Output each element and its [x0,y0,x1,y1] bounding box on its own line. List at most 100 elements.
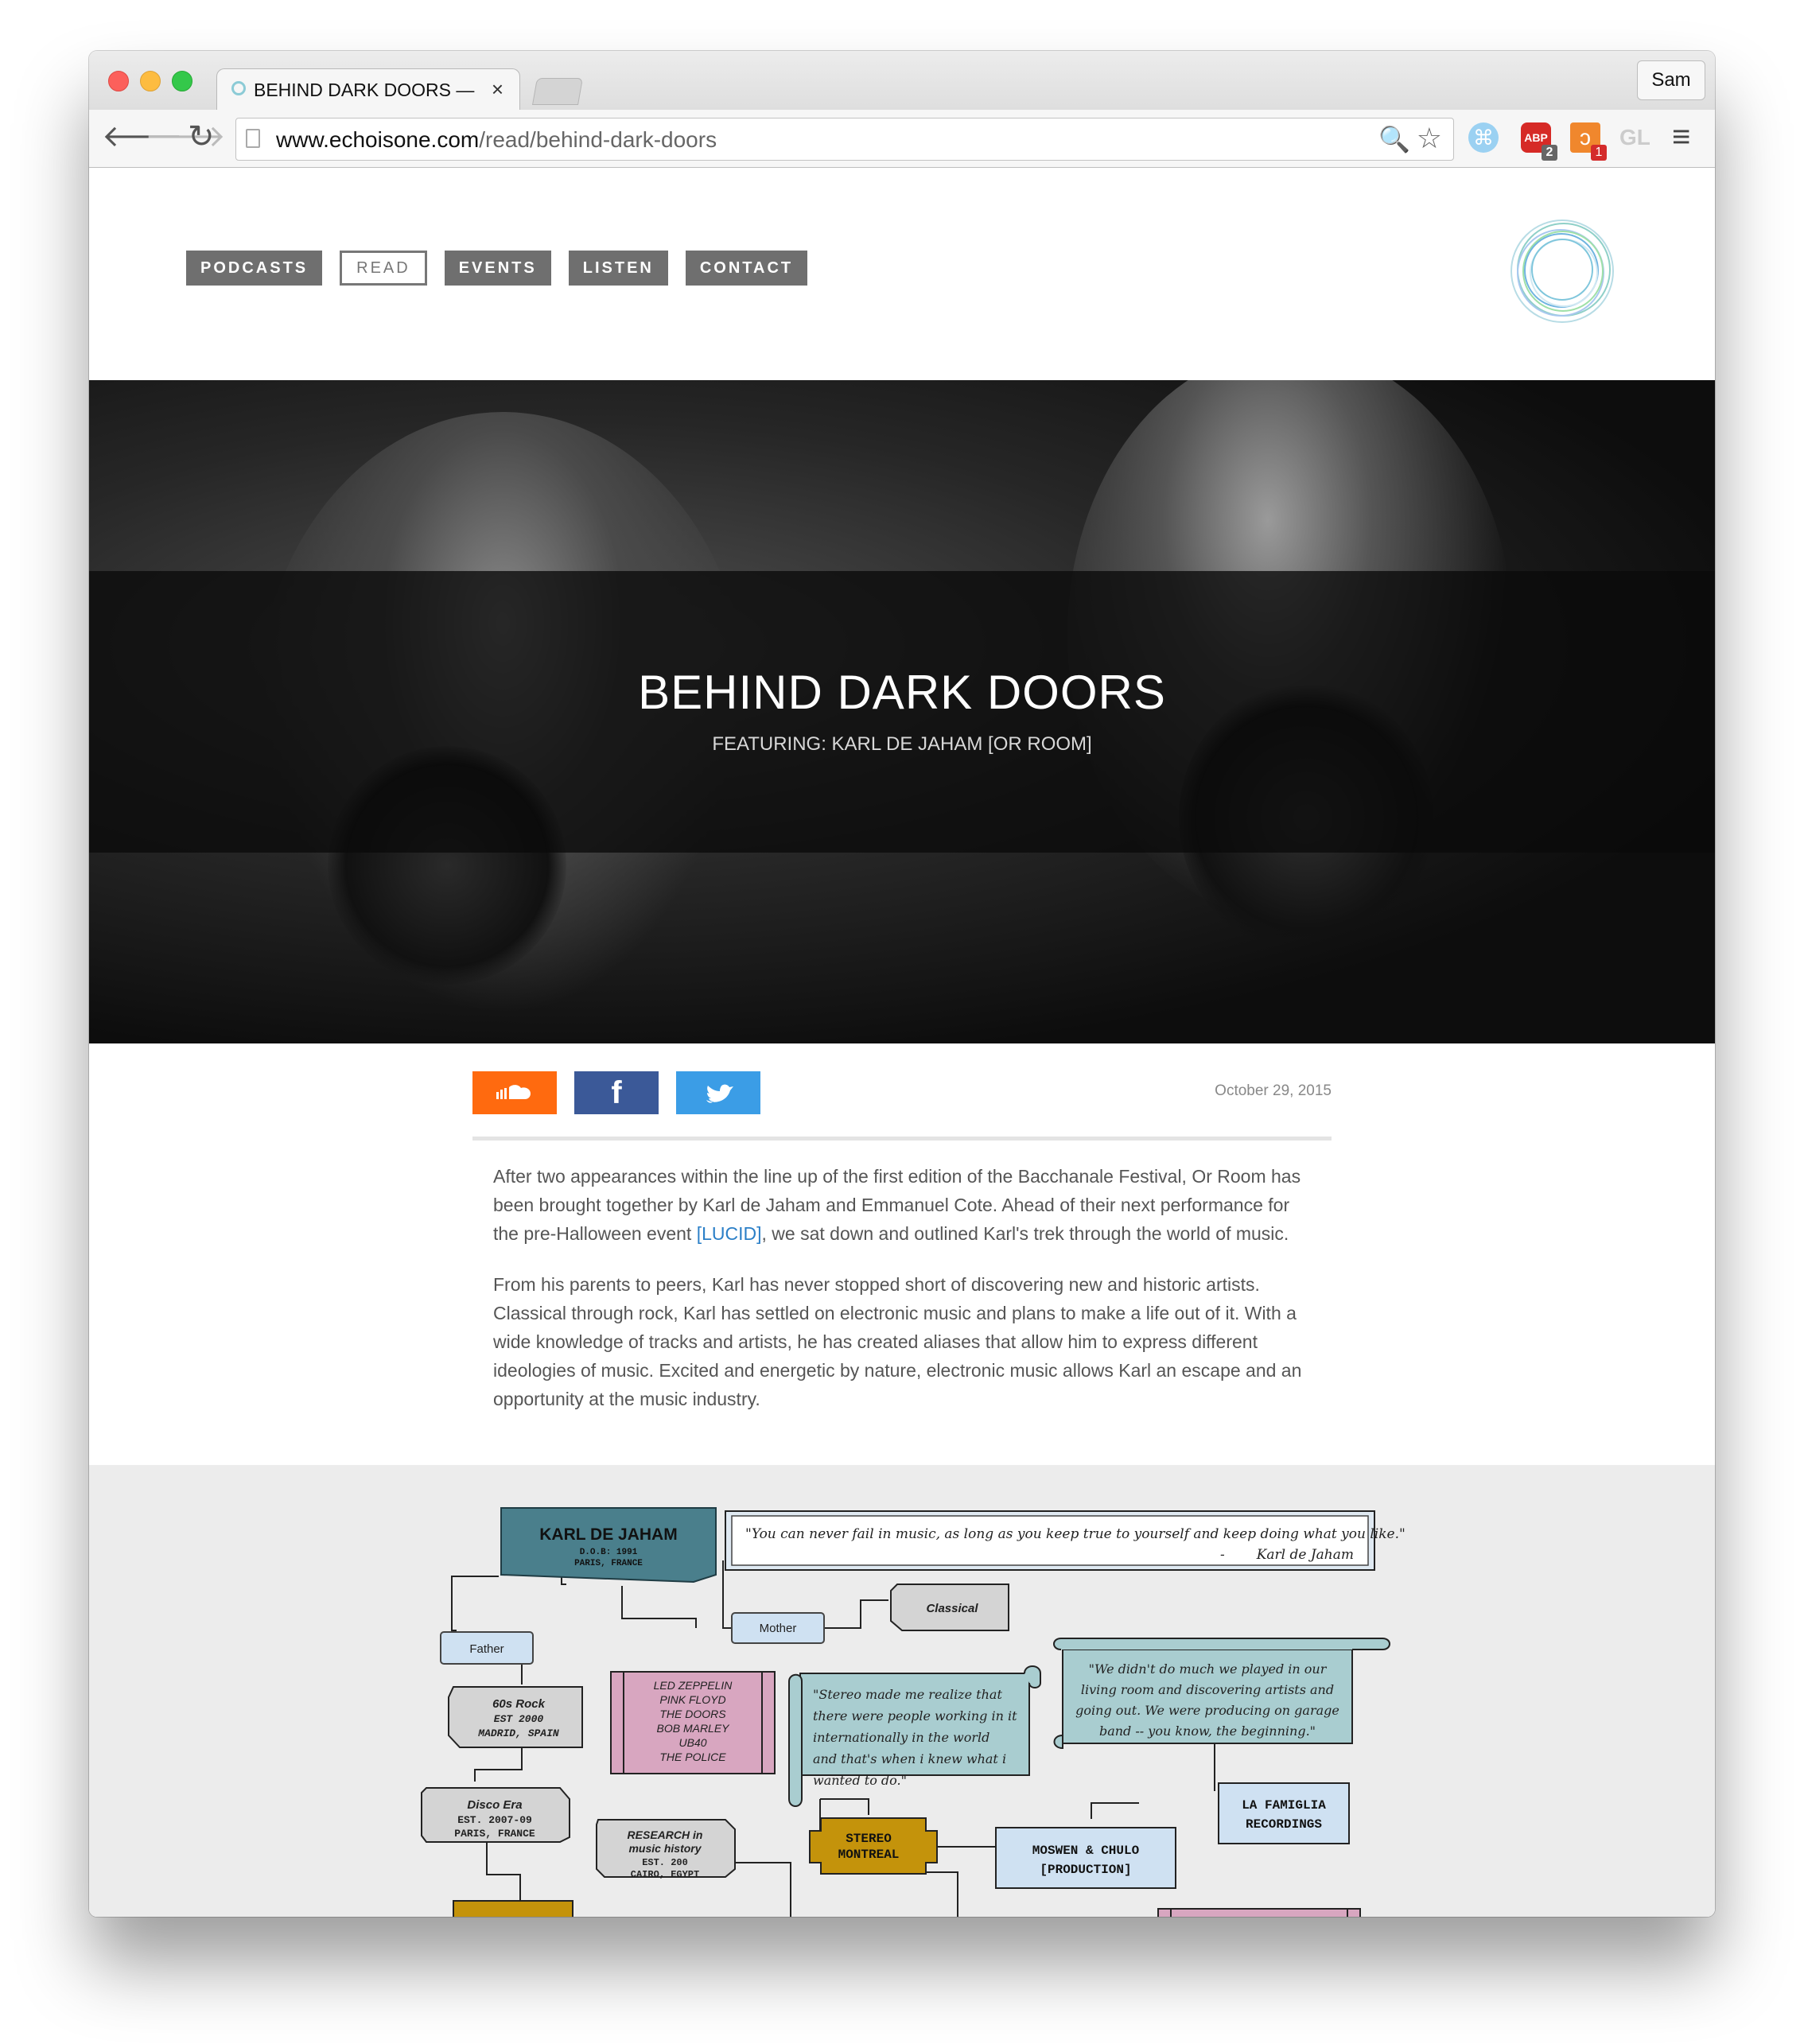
web-page: PODCASTS READ EVENTS LISTEN CONTACT BEHI… [89,168,1715,1917]
address-bar[interactable]: www.echoisone.com/read/behind-dark-doors… [235,118,1454,161]
father-node: Father [440,1631,534,1665]
band-1: LED ZEPPELIN [654,1679,733,1692]
article-paragraph-2: From his parents to peers, Karl has neve… [493,1274,1302,1409]
scroll1-line-3: internationally in the world [813,1730,989,1745]
band-6: THE POLICE [659,1751,726,1763]
scroll2-line-1: "We didn't do much we played in our [1089,1661,1328,1677]
scroll1-line-2: there were people working in it [813,1708,1017,1723]
rock-line-2: EST 2000 [494,1713,544,1725]
nav-podcasts[interactable]: PODCASTS [186,251,323,286]
scroll-quote-1: "Stereo made me realize that there were … [788,1665,1041,1807]
band-4: BOB MARLEY [656,1722,730,1735]
gl-extension-icon[interactable]: GL [1619,122,1650,153]
url-path: /read/behind-dark-doors [479,127,717,152]
quote-top-text: "You can never fail in music, as long as… [745,1526,1405,1542]
echo-logo-icon[interactable] [1507,216,1618,327]
page-title: BEHIND DARK DOORS [638,666,1166,719]
scroll1-line-1: "Stereo made me realize that [813,1687,1002,1702]
research-node: RESEARCH in music history EST. 200 CAIRO… [596,1819,736,1880]
hubspot-count-badge: 1 [1591,145,1607,161]
mother-node: Mother [731,1612,825,1644]
family-tree-diagram: KARL DE JAHAM D.O.B: 1991 PARIS, FRANCE … [89,1465,1715,1917]
rock-node: 60s Rock EST 2000 MADRID, SPAIN [448,1686,583,1748]
disco-node: Disco Era EST. 2007-09 PARIS, FRANCE [421,1787,570,1843]
post-date: October 29, 2015 [1215,1082,1332,1099]
scroll1-line-5: wanted to do." [813,1773,907,1788]
research-line-4: CAIRO, EGYPT [631,1869,699,1880]
band-2: PINK FLOYD [659,1693,725,1706]
hero-banner: BEHIND DARK DOORS FEATURING: KARL DE JAH… [89,380,1715,1043]
main-node-name: KARL DE JAHAM [539,1525,677,1544]
famiglia-line-2: RECORDINGS [1246,1817,1322,1832]
reload-icon[interactable]: ↻ [188,119,215,154]
soundcloud-icon [496,1085,531,1099]
moswen-line-2: [PRODUCTION] [1040,1863,1131,1877]
hubspot-icon[interactable]: ↄ 1 [1570,122,1607,161]
browser-window: BEHIND DARK DOORS — E × Sam 🡐 🡒 ↻ www.ec… [89,51,1715,1917]
title-bar: BEHIND DARK DOORS — E × Sam [89,51,1715,111]
browser-tab[interactable]: BEHIND DARK DOORS — E × [216,68,520,111]
scroll-quote-2: "We didn't do much we played in our livi… [1053,1638,1390,1750]
nav-read[interactable]: READ [340,251,427,286]
moswen-line-1: MOSWEN & CHULO [1032,1844,1140,1858]
mother-label: Mother [760,1622,797,1635]
band-3: THE DOORS [659,1708,726,1720]
bands-node: LED ZEPPELIN PINK FLOYD THE DOORS BOB MA… [610,1671,776,1774]
soundcloud-share-button[interactable] [472,1071,557,1114]
site-favicon-icon [231,81,246,95]
twitter-share-button[interactable] [676,1071,760,1114]
main-node: KARL DE JAHAM D.O.B: 1991 PARIS, FRANCE [500,1507,717,1584]
bookmark-star-icon[interactable]: ☆ [1417,122,1442,155]
tab-close-icon[interactable]: × [492,77,503,102]
lucid-link[interactable]: [LUCID] [697,1223,762,1244]
profile-button[interactable]: Sam [1637,60,1705,100]
facebook-icon: f [611,1075,622,1110]
rock-line-1: 60s Rock [492,1697,546,1711]
adblock-label: ABP [1524,131,1548,144]
disco-line-1: Disco Era [467,1798,522,1812]
father-label: Father [469,1642,503,1656]
scroll1-line-4: and that's when i knew what i [813,1751,1006,1766]
main-node-dob: D.O.B: 1991 [580,1548,638,1557]
diagram-canvas: KARL DE JAHAM D.O.B: 1991 PARIS, FRANCE … [421,1507,1405,1917]
main-node-place: PARIS, FRANCE [574,1559,643,1568]
disco-line-2: EST. 2007-09 [457,1814,532,1826]
close-window-button[interactable] [108,71,129,91]
nav-events[interactable]: EVENTS [444,251,551,286]
adblock-count-badge: 2 [1542,145,1557,161]
page-subtitle: FEATURING: KARL DE JAHAM [OR ROOM] [712,733,1092,755]
p1-text-after: , we sat down and outlined Karl's trek t… [761,1223,1289,1244]
stereo-line-2: MONTREAL [838,1848,900,1862]
tab-title: BEHIND DARK DOORS — E [254,80,476,100]
url-text[interactable]: www.echoisone.com/read/behind-dark-doors [276,127,717,153]
article-body: After two appearances within the line up… [493,1162,1312,1436]
share-row: f October 29, 2015 [472,1071,1332,1116]
research-line-1: RESEARCH in [628,1828,703,1841]
article-divider [472,1137,1332,1141]
quote-top-node: "You can never fail in music, as long as… [725,1510,1405,1571]
site-nav: PODCASTS READ EVENTS LISTEN CONTACT [186,251,825,286]
research-line-3: EST. 200 [642,1857,688,1868]
classical-label: Classical [926,1602,978,1615]
band-5: UB40 [678,1736,706,1749]
extension-command-icon[interactable]: ⌘ [1468,122,1499,153]
classical-node: Classical [890,1584,1009,1631]
nav-listen[interactable]: LISTEN [568,251,668,286]
moswen-chulo-node: MOSWEN & CHULO [PRODUCTION] [995,1827,1176,1889]
article-paragraph-1: After two appearances within the line up… [493,1162,1312,1248]
zoom-window-button[interactable] [172,71,192,91]
nav-contact[interactable]: CONTACT [685,251,808,286]
url-host: www.echoisone.com [276,127,480,152]
twitter-icon [706,1084,733,1103]
minimize-window-button[interactable] [140,71,161,91]
quote-top-dash: - [1220,1547,1225,1563]
new-tab-button[interactable] [532,78,583,105]
browser-menu-icon[interactable]: ≡ [1672,119,1690,154]
zoom-search-icon[interactable]: 🔍 [1378,124,1410,154]
scroll2-line-3: going out. We were producing on garage [1075,1703,1339,1718]
facebook-share-button[interactable]: f [574,1071,659,1114]
adblock-icon[interactable]: ABP 2 [1521,122,1557,161]
cutoff-pink-node [1157,1908,1361,1917]
disco-line-3: PARIS, FRANCE [454,1828,535,1840]
scroll2-line-4: band -- you know, the beginning." [1099,1723,1316,1739]
